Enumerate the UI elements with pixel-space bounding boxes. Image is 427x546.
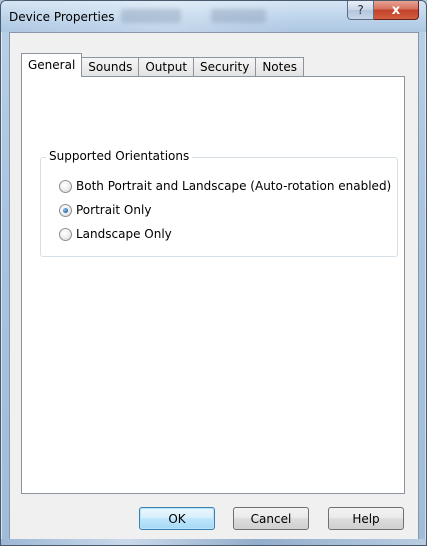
ok-button[interactable]: OK bbox=[139, 507, 215, 530]
cancel-button[interactable]: Cancel bbox=[233, 507, 309, 530]
radio-label: Portrait Only bbox=[76, 203, 152, 217]
window-bottom-edge bbox=[1, 539, 426, 545]
radio-button-icon[interactable] bbox=[59, 179, 72, 193]
radio-both-orientations[interactable]: Both Portrait and Landscape (Auto-rotati… bbox=[59, 179, 391, 193]
radio-button-icon[interactable] bbox=[59, 227, 72, 241]
general-tab-panel: Supported Orientations Both Portrait and… bbox=[21, 76, 405, 494]
question-mark-icon: ? bbox=[357, 3, 364, 17]
radio-landscape-only[interactable]: Landscape Only bbox=[59, 227, 172, 241]
caption-buttons: ? x bbox=[347, 1, 419, 21]
group-title: Supported Orientations bbox=[46, 149, 193, 163]
radio-portrait-only[interactable]: Portrait Only bbox=[59, 203, 151, 217]
window-title: Device Properties bbox=[9, 10, 115, 24]
dialog-client-area: General Sounds Output Security Notes Sup… bbox=[9, 32, 419, 540]
title-blur bbox=[211, 9, 266, 23]
tab-strip: General Sounds Output Security Notes bbox=[21, 53, 304, 77]
radio-label: Landscape Only bbox=[76, 227, 172, 241]
help-button[interactable]: Help bbox=[328, 507, 404, 530]
tab-sounds[interactable]: Sounds bbox=[81, 57, 140, 76]
device-properties-window: Device Properties ? x General Sounds Out… bbox=[0, 0, 427, 546]
tab-notes[interactable]: Notes bbox=[255, 57, 304, 76]
close-icon: x bbox=[391, 2, 401, 18]
radio-label: Both Portrait and Landscape (Auto-rotati… bbox=[76, 179, 392, 193]
title-bar[interactable]: Device Properties ? x bbox=[1, 1, 426, 32]
title-blur bbox=[121, 9, 181, 23]
tab-security[interactable]: Security bbox=[193, 57, 257, 76]
supported-orientations-group: Supported Orientations Both Portrait and… bbox=[40, 149, 398, 257]
tab-output[interactable]: Output bbox=[138, 57, 195, 76]
close-button[interactable]: x bbox=[374, 1, 419, 20]
help-caption-button[interactable]: ? bbox=[347, 1, 374, 20]
tab-general[interactable]: General bbox=[21, 53, 83, 77]
radio-button-checked-icon[interactable] bbox=[59, 203, 72, 217]
